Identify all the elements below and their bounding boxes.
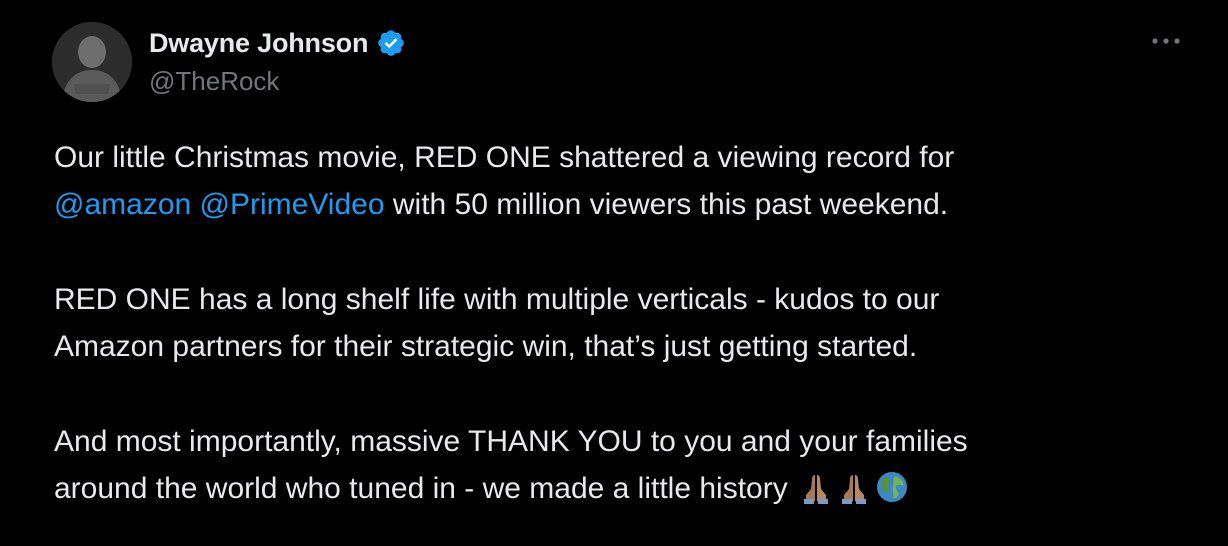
tweet-text-line: around the world who tuned in - we made …	[54, 472, 788, 505]
ellipsis-icon	[1152, 38, 1180, 44]
tweet-text: Our little Christmas movie, RED ONE shat…	[54, 134, 1194, 512]
tweet-text-line: Amazon partners for their strategic win,…	[54, 330, 918, 363]
mention-primevideo-link[interactable]: @PrimeVideo	[200, 188, 385, 221]
tweet-paragraph-3: And most importantly, massive THANK YOU …	[54, 418, 1194, 512]
tweet: Dwayne Johnson @TheRock Our little Chris…	[0, 0, 1228, 546]
tweet-text-line: Our little Christmas movie, RED ONE shat…	[54, 141, 955, 174]
tweet-paragraph-2: RED ONE has a long shelf life with multi…	[54, 276, 1194, 370]
tweet-paragraph-1: Our little Christmas movie, RED ONE shat…	[54, 134, 1194, 228]
folded-hands-icon	[836, 469, 872, 505]
author-handle[interactable]: @TheRock	[149, 66, 279, 97]
profile-photo-icon	[52, 22, 132, 102]
more-options-button[interactable]	[1148, 28, 1184, 54]
tweet-text-line: RED ONE has a long shelf life with multi…	[54, 283, 940, 316]
author-display-name[interactable]: Dwayne Johnson	[149, 28, 368, 59]
verified-badge-icon	[376, 28, 406, 58]
author-avatar[interactable]	[52, 22, 132, 102]
tweet-text-line: And most importantly, massive THANK YOU …	[54, 425, 968, 458]
folded-hands-icon	[798, 469, 834, 505]
mention-amazon-link[interactable]: @amazon	[54, 188, 191, 221]
author-name-row: Dwayne Johnson	[149, 26, 406, 60]
tweet-text-line: with 50 million viewers this past weeken…	[392, 188, 949, 221]
globe-icon	[874, 469, 910, 505]
